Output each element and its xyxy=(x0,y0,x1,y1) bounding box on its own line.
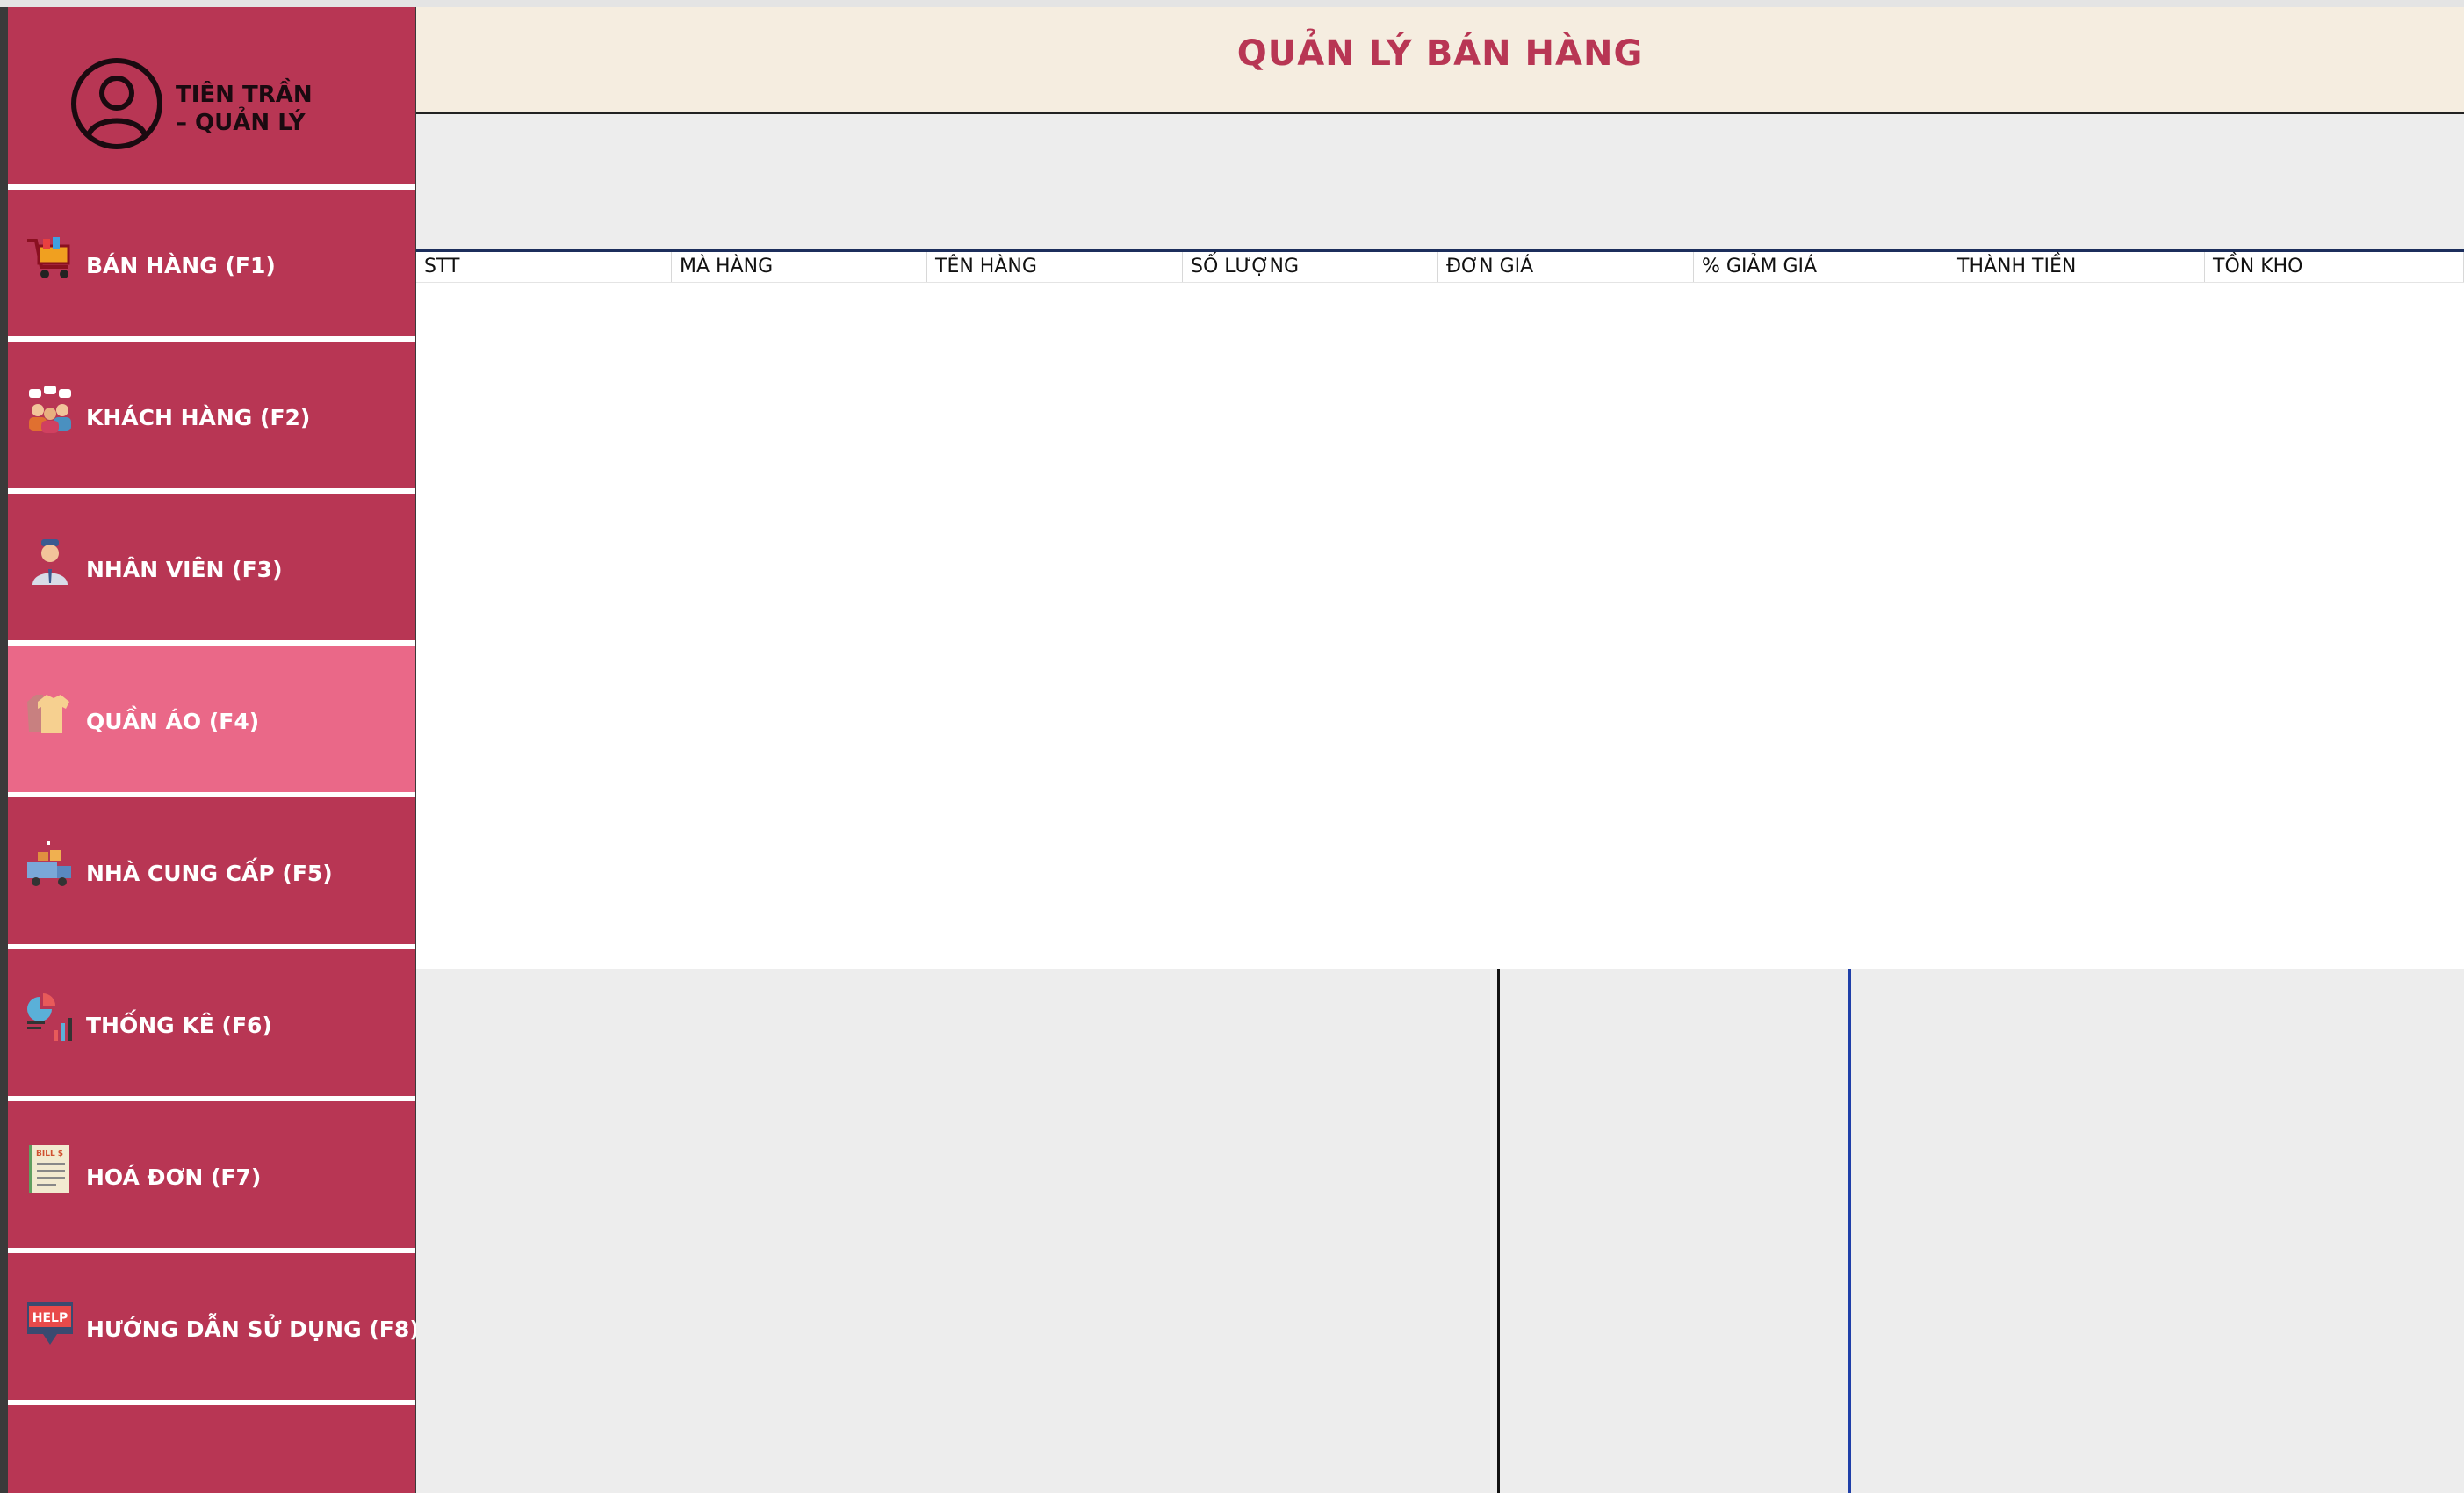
sidebar-item-label: KHÁCH HÀNG (F2) xyxy=(86,405,311,430)
sidebar-item-quan-ao[interactable]: QUẦN ÁO (F4) xyxy=(8,646,415,792)
statistics-chart-icon xyxy=(27,993,72,1041)
sidebar-item-label: NHÂN VIÊN (F3) xyxy=(86,557,283,582)
sidebar-item-label: QUẦN ÁO (F4) xyxy=(86,709,260,734)
clothes-icon xyxy=(27,695,69,733)
bill-invoice-icon: BILL $ xyxy=(29,1145,69,1193)
main-content: QUẢN LÝ BÁN HÀNG STT MÀ HÀNG TÊN HÀNG SỐ… xyxy=(416,7,2464,1493)
sidebar-item-label: HƯỚNG DẪN SỬ DỤNG (F8) xyxy=(86,1316,420,1342)
user-role-line2: – QUẢN LÝ xyxy=(176,110,306,136)
table-header: STT MÀ HÀNG TÊN HÀNG SỐ LƯỢNG ĐƠN GIÁ % … xyxy=(416,252,2464,283)
sidebar-item-label: BÁN HÀNG (F1) xyxy=(86,253,276,278)
sidebar-item-ban-hang[interactable]: BÁN HÀNG (F1) xyxy=(8,190,415,336)
column-header-ton-kho[interactable]: TỒN KHO xyxy=(2205,252,2464,282)
column-header-ma-hang[interactable]: MÀ HÀNG xyxy=(672,252,927,282)
table-body[interactable] xyxy=(416,283,2464,966)
input-panel xyxy=(416,114,2464,249)
column-header-stt[interactable]: STT xyxy=(416,252,672,282)
user-name: TIÊN TRẦN – QUẢN LÝ xyxy=(176,81,404,137)
sidebar: TIÊN TRẦN – QUẢN LÝ BÁN HÀNG (F1) KHÁCH … xyxy=(8,7,420,1493)
sidebar-item-nha-cung-cap[interactable]: NHÀ CUNG CẤP (F5) xyxy=(8,797,415,944)
user-profile: TIÊN TRẦN – QUẢN LÝ xyxy=(8,7,415,184)
sidebar-item-nhan-vien[interactable]: NHÂN VIÊN (F3) xyxy=(8,494,415,640)
customers-icon xyxy=(29,386,71,433)
help-icon-text: HELP xyxy=(32,1311,68,1325)
bottom-panel-right xyxy=(1848,969,2464,1493)
shopping-cart-icon xyxy=(27,237,70,278)
sidebar-item-hoa-don[interactable]: BILL $ HOÁ ĐƠN (F7) xyxy=(8,1101,415,1248)
column-header-so-luong[interactable]: SỐ LƯỢNG xyxy=(1183,252,1438,282)
employee-icon xyxy=(32,539,68,585)
page-title: QUẢN LÝ BÁN HÀNG xyxy=(1236,33,1644,74)
items-table[interactable]: STT MÀ HÀNG TÊN HÀNG SỐ LƯỢNG ĐƠN GIÁ % … xyxy=(416,249,2464,971)
supplier-truck-icon xyxy=(27,841,71,886)
bottom-panel-middle xyxy=(1500,969,1848,1493)
column-header-ten-hang[interactable]: TÊN HÀNG xyxy=(927,252,1183,282)
sidebar-item-khach-hang[interactable]: KHÁCH HÀNG (F2) xyxy=(8,342,415,488)
bottom-panel-left xyxy=(416,969,1500,1493)
header: QUẢN LÝ BÁN HÀNG xyxy=(416,7,2464,114)
sidebar-item-huong-dan[interactable]: HELP HƯỚNG DẪN SỬ DỤNG (F8) xyxy=(8,1253,420,1400)
sidebar-item-label: NHÀ CUNG CẤP (F5) xyxy=(86,861,333,886)
sidebar-item-thong-ke[interactable]: THỐNG KÊ (F6) xyxy=(8,949,415,1096)
divider xyxy=(8,1400,415,1405)
column-header-don-gia[interactable]: ĐƠN GIÁ xyxy=(1438,252,1694,282)
column-header-thanh-tien[interactable]: THÀNH TIỀN xyxy=(1949,252,2205,282)
user-name-line1: TIÊN TRẦN xyxy=(176,82,313,108)
column-header-giam-gia[interactable]: % GIẢM GIÁ xyxy=(1694,252,1949,282)
bill-icon-text: BILL $ xyxy=(36,1150,63,1158)
help-icon: HELP xyxy=(27,1302,73,1345)
sidebar-item-label: THỐNG KÊ (F6) xyxy=(86,1013,272,1038)
sidebar-item-label: HOÁ ĐƠN (F7) xyxy=(86,1165,262,1190)
user-circle-icon xyxy=(71,58,162,149)
window-top-border xyxy=(0,0,2464,7)
